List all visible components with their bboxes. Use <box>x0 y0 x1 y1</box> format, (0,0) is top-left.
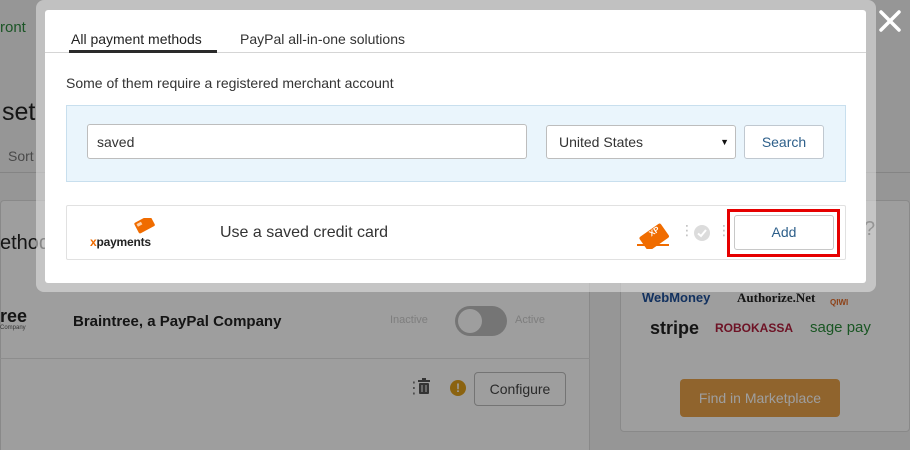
payment-method-name: Use a saved credit card <box>220 224 389 241</box>
xpayments-badge: XP <box>633 219 673 251</box>
search-filter-bar: United States ▼ Search <box>66 105 846 182</box>
add-payment-method-dialog: All payment methods PayPal all-in-one so… <box>45 10 866 283</box>
active-tab-indicator <box>69 50 217 53</box>
tab-paypal-all-in-one[interactable]: PayPal all-in-one solutions <box>240 31 405 47</box>
add-button[interactable]: Add <box>734 215 834 250</box>
dialog-subtitle: Some of them require a registered mercha… <box>66 75 394 91</box>
xpayments-logo-text: xpayments <box>90 235 151 249</box>
search-input[interactable] <box>87 124 527 159</box>
xpayments-logo-word: payments <box>96 235 151 249</box>
chevron-down-icon: ▼ <box>720 137 729 147</box>
search-button[interactable]: Search <box>744 125 824 159</box>
drag-handle-icon: ⋮ <box>680 222 694 238</box>
country-select[interactable]: United States ▼ <box>546 125 736 159</box>
check-circle-icon <box>694 225 710 241</box>
close-icon[interactable] <box>876 7 904 35</box>
tab-all-payment-methods[interactable]: All payment methods <box>71 31 202 50</box>
payment-method-row: xpayments Use a saved credit card XP ⋮ ⋮… <box>66 205 846 260</box>
country-select-value: United States <box>559 134 644 150</box>
modal-tabs: All payment methods PayPal all-in-one so… <box>45 10 866 53</box>
